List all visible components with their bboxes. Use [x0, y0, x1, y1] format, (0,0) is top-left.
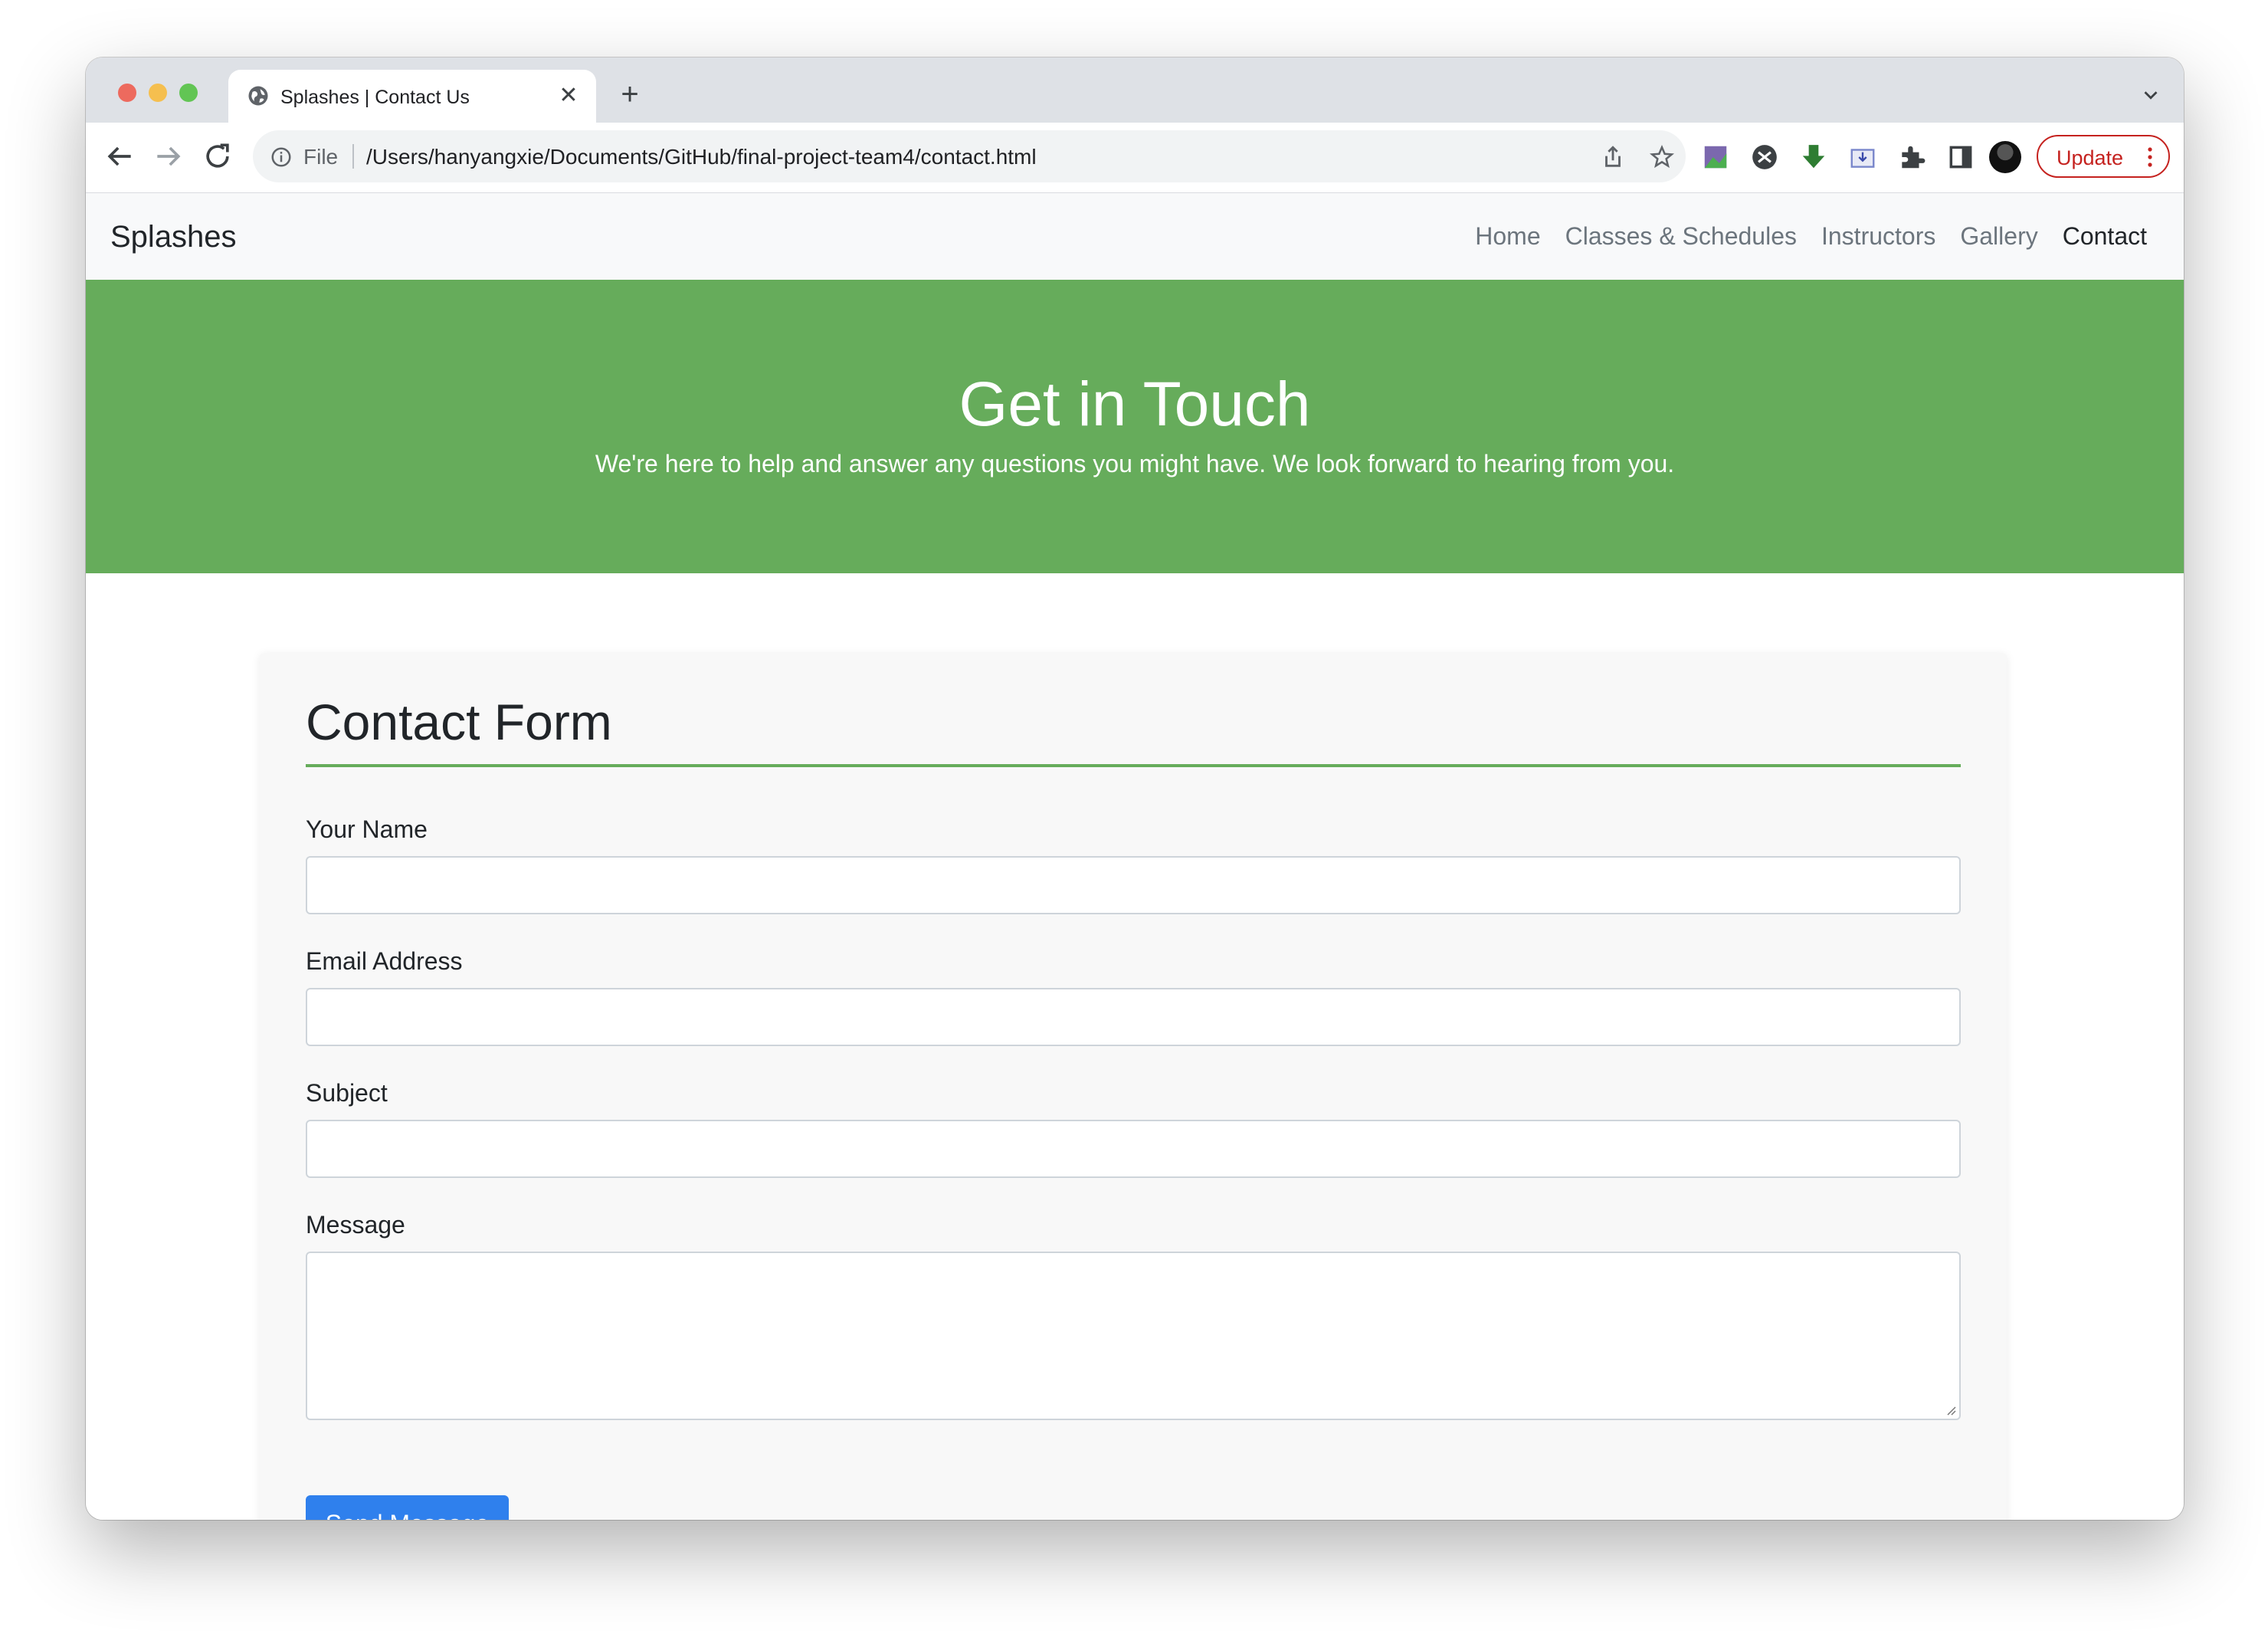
globe-icon [248, 86, 268, 106]
browser-window: Splashes | Contact Us ✕ + File /Users/ha… [86, 57, 2184, 1520]
send-message-button[interactable]: Send Message [306, 1495, 509, 1520]
nav-instructors[interactable]: Instructors [1821, 222, 1935, 251]
url-text[interactable]: /Users/hanyangxie/Documents/GitHub/final… [366, 145, 1037, 169]
more-menu-icon[interactable] [2147, 146, 2153, 169]
nav-links: Home Classes & Schedules Instructors Gal… [1475, 222, 2147, 251]
bookmark-star-icon[interactable] [1649, 144, 1675, 170]
message-label: Message [306, 1211, 405, 1239]
hero-title: Get in Touch [959, 369, 1311, 439]
screenshot-extension-icon[interactable] [1848, 143, 1877, 172]
resize-grip-icon[interactable] [1944, 1403, 1956, 1416]
name-input[interactable] [306, 856, 1961, 914]
close-window-button[interactable] [118, 84, 136, 102]
profile-avatar[interactable] [1989, 141, 2021, 173]
email-input[interactable] [306, 988, 1961, 1046]
share-icon[interactable] [1600, 144, 1626, 170]
address-divider [352, 144, 354, 169]
chevron-down-icon[interactable] [2139, 84, 2162, 107]
subject-input[interactable] [306, 1120, 1961, 1178]
browser-tab[interactable]: Splashes | Contact Us ✕ [228, 70, 596, 123]
address-bar[interactable]: File /Users/hanyangxie/Documents/GitHub/… [253, 130, 1686, 182]
browser-toolbar: File /Users/hanyangxie/Documents/GitHub/… [86, 123, 2184, 193]
subject-label: Subject [306, 1079, 388, 1107]
new-tab-button[interactable]: + [615, 79, 645, 110]
update-label: Update [2057, 146, 2124, 169]
tab-strip: Splashes | Contact Us ✕ + [86, 57, 2184, 123]
minimize-window-button[interactable] [149, 84, 167, 102]
nav-contact[interactable]: Contact [2063, 222, 2147, 251]
nav-classes-schedules[interactable]: Classes & Schedules [1565, 222, 1797, 251]
email-label: Email Address [306, 947, 463, 975]
contact-form-card: Contact Form Your Name Email Address Sub… [260, 653, 2007, 1520]
sync-extension-icon[interactable] [1750, 143, 1779, 172]
maximize-window-button[interactable] [179, 84, 198, 102]
nav-home[interactable]: Home [1475, 222, 1540, 251]
forward-arrow-icon[interactable] [152, 139, 185, 173]
reload-icon[interactable] [201, 139, 234, 173]
side-panel-icon[interactable] [1946, 143, 1975, 172]
site-navbar: Splashes Home Classes & Schedules Instru… [86, 193, 2184, 280]
close-tab-icon[interactable]: ✕ [556, 84, 581, 108]
form-title: Contact Form [306, 694, 612, 750]
hero-banner: Get in Touch We're here to help and answ… [86, 280, 2184, 573]
hero-subtitle: We're here to help and answer any questi… [595, 450, 1675, 477]
image-extension-icon[interactable] [1701, 143, 1730, 172]
update-button[interactable]: Update [2037, 135, 2170, 178]
name-label: Your Name [306, 815, 428, 843]
puzzle-extensions-icon[interactable] [1897, 143, 1926, 172]
site-brand[interactable]: Splashes [110, 220, 237, 254]
send-message-label: Send Message [306, 1510, 509, 1520]
nav-gallery[interactable]: Gallery [1960, 222, 2037, 251]
tab-title: Splashes | Contact Us [280, 87, 470, 108]
scheme-label: File [303, 145, 339, 169]
download-extension-icon[interactable] [1799, 143, 1828, 172]
message-textarea[interactable] [306, 1252, 1961, 1420]
page-viewport: Splashes Home Classes & Schedules Instru… [86, 193, 2184, 1520]
back-arrow-icon[interactable] [103, 139, 136, 173]
title-divider [306, 764, 1961, 767]
info-icon[interactable] [270, 146, 293, 169]
